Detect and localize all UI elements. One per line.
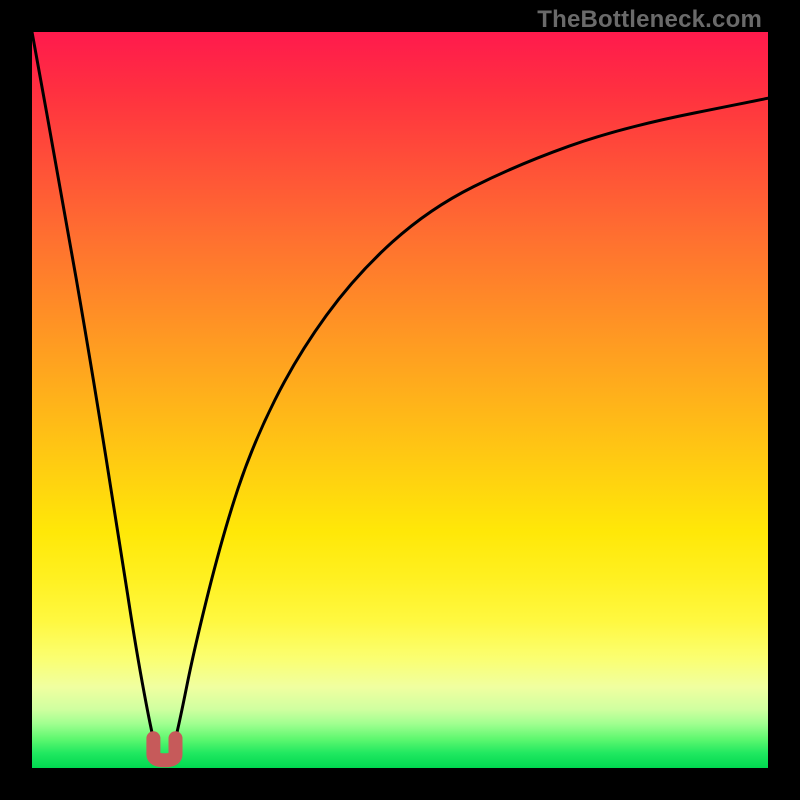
- curve-layer: [32, 32, 768, 768]
- chart-frame: TheBottleneck.com: [0, 0, 800, 800]
- watermark-text: TheBottleneck.com: [537, 6, 762, 34]
- bottleneck-curve: [32, 32, 768, 762]
- minimum-tip-marker: [153, 738, 175, 760]
- plot-area: [32, 32, 768, 768]
